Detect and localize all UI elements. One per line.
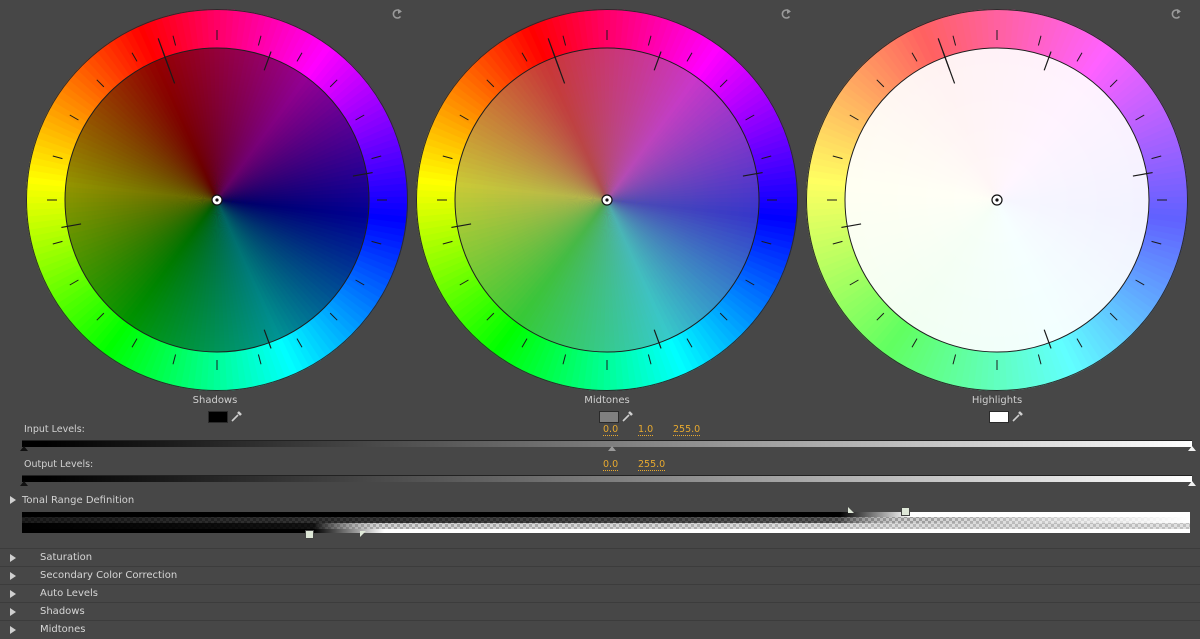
output-black-handle[interactable] (20, 481, 28, 486)
input-gamma-value[interactable]: 1.0 (638, 424, 654, 436)
tonal-range-label[interactable]: Tonal Range Definition (22, 495, 134, 506)
section-saturation[interactable]: Saturation (0, 548, 1200, 567)
section-secondary-color-correction[interactable]: Secondary Color Correction (0, 566, 1200, 585)
midtones-wheel-graphic[interactable] (415, 8, 799, 392)
shadows-threshold-handle[interactable] (305, 530, 314, 539)
input-white-value[interactable]: 255.0 (673, 424, 701, 436)
wheel-center-puck[interactable] (991, 194, 1003, 206)
eyedropper-icon[interactable] (621, 409, 635, 423)
shadows-softness-handle[interactable] (360, 531, 366, 537)
highlights-wheel[interactable] (805, 8, 1189, 392)
output-levels-label: Output Levels: (24, 459, 94, 470)
tonal-range-graphic[interactable] (22, 512, 1190, 534)
section-shadows[interactable]: Shadows (0, 602, 1200, 621)
shadows-wheel-graphic[interactable] (25, 8, 409, 392)
highlights-softness-handle[interactable] (848, 507, 854, 513)
reset-icon[interactable] (389, 6, 405, 22)
shadows-wheel[interactable] (25, 8, 409, 392)
midtones-label: Midtones (584, 395, 630, 406)
triangle-right-icon[interactable] (10, 554, 16, 562)
reset-icon[interactable] (1168, 6, 1184, 22)
section-auto-levels[interactable]: Auto Levels (0, 584, 1200, 603)
section-label: Saturation (40, 552, 93, 563)
input-black-value[interactable]: 0.0 (603, 424, 619, 436)
tonal-range-bar[interactable] (22, 512, 1190, 534)
shadows-swatch[interactable] (208, 411, 228, 423)
triangle-right-icon[interactable] (10, 626, 16, 634)
input-levels-label: Input Levels: (24, 424, 85, 435)
input-levels-bar[interactable] (22, 440, 1192, 447)
input-black-handle[interactable] (20, 446, 28, 451)
section-label: Auto Levels (40, 588, 99, 599)
highlights-wheel-graphic[interactable] (805, 8, 1189, 392)
section-label: Secondary Color Correction (40, 570, 178, 581)
output-black-value[interactable]: 0.0 (603, 459, 619, 471)
midtones-swatch[interactable] (599, 411, 619, 423)
input-white-handle[interactable] (1188, 446, 1196, 451)
triangle-right-icon[interactable] (10, 608, 16, 616)
eyedropper-icon[interactable] (1011, 409, 1025, 423)
section-label: Shadows (40, 606, 85, 617)
reset-icon[interactable] (778, 6, 794, 22)
eyedropper-icon[interactable] (230, 409, 244, 423)
midtones-wheel[interactable] (415, 8, 799, 392)
triangle-right-icon[interactable] (10, 572, 16, 580)
input-gamma-handle[interactable] (608, 446, 616, 451)
highlights-label: Highlights (971, 395, 1023, 406)
wheel-center-puck[interactable] (211, 194, 223, 206)
output-white-handle[interactable] (1188, 481, 1196, 486)
output-white-value[interactable]: 255.0 (638, 459, 666, 471)
highlights-swatch[interactable] (989, 411, 1009, 423)
tonal-range-expand[interactable] (10, 496, 16, 504)
shadows-label: Shadows (192, 395, 238, 406)
output-levels-bar[interactable] (22, 475, 1192, 482)
wheel-center-puck[interactable] (601, 194, 613, 206)
triangle-right-icon[interactable] (10, 590, 16, 598)
highlights-threshold-handle[interactable] (901, 507, 910, 516)
